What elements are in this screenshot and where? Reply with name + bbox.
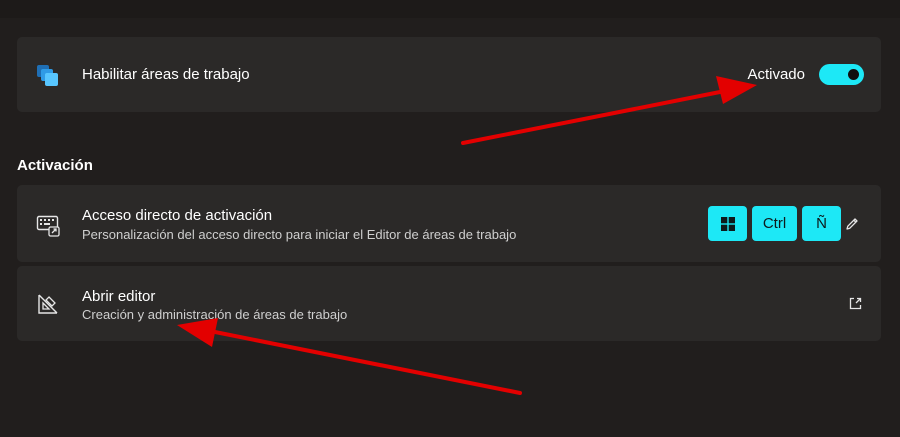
toggle-status-text: Activado xyxy=(747,66,805,83)
windows-logo-icon xyxy=(720,216,735,231)
enable-workspaces-toggle[interactable] xyxy=(819,64,864,85)
window-top-band xyxy=(0,0,900,18)
activation-shortcut-card: Acceso directo de activación Personaliza… xyxy=(17,185,881,262)
section-heading-activation: Activación xyxy=(17,157,93,174)
workspaces-icon xyxy=(37,65,58,86)
toggle-knob xyxy=(848,69,859,80)
key-windows xyxy=(708,206,747,241)
open-editor-card[interactable]: Abrir editor Creación y administración d… xyxy=(17,266,881,341)
activation-shortcut-title: Acceso directo de activación xyxy=(82,207,273,224)
enable-workspaces-card: Habilitar áreas de trabajo Activado xyxy=(17,37,881,112)
shortcut-keys[interactable]: Ctrl Ñ xyxy=(708,206,841,241)
key-enye: Ñ xyxy=(802,206,841,241)
key-ctrl: Ctrl xyxy=(752,206,797,241)
open-editor-description: Creación y administración de áreas de tr… xyxy=(82,307,348,322)
open-editor-title: Abrir editor xyxy=(82,288,156,305)
keyboard-shortcut-icon xyxy=(36,215,60,237)
pencil-icon[interactable] xyxy=(844,216,860,232)
enable-workspaces-label: Habilitar áreas de trabajo xyxy=(82,66,250,83)
external-link-icon[interactable] xyxy=(848,296,863,311)
activation-shortcut-description: Personalización del acceso directo para … xyxy=(82,227,517,242)
editor-icon xyxy=(38,294,58,314)
